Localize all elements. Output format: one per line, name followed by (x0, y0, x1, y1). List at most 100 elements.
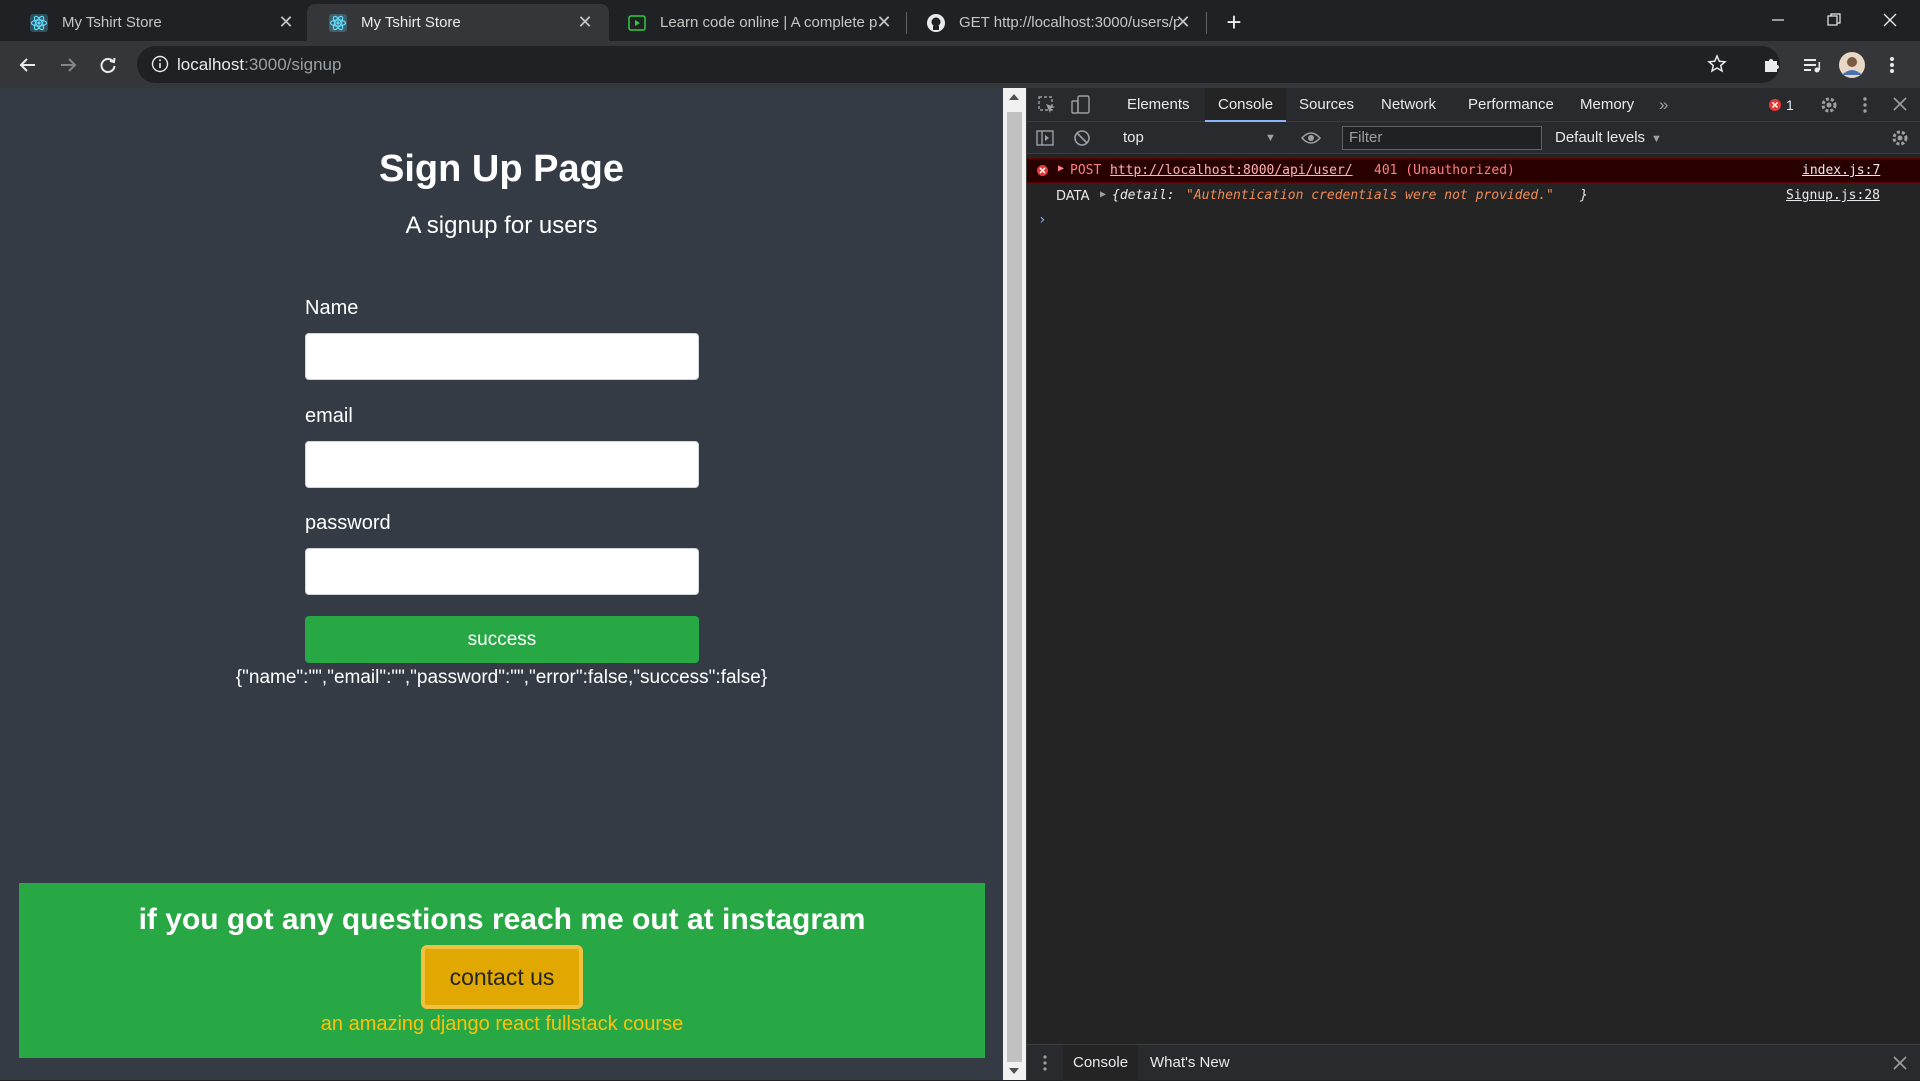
close-tab-icon[interactable]: ✕ (1173, 12, 1193, 32)
console-filter-bar: top ▼ Filter Default levels ▼ (1027, 122, 1920, 154)
password-label: password (305, 512, 391, 534)
footer-banner: if you got any questions reach me out at… (19, 883, 985, 1058)
close-tab-icon[interactable]: ✕ (575, 12, 595, 32)
tab-elements[interactable]: Elements (1114, 88, 1203, 122)
prompt-chevron-icon: › (1038, 212, 1047, 228)
error-badge-icon (1768, 98, 1782, 117)
profile-avatar[interactable] (1836, 49, 1868, 81)
browser-toolbar: localhost:3000/signup (0, 41, 1920, 88)
clear-console-icon[interactable] (1073, 129, 1091, 152)
tab-title: GET http://localhost:3000/users/p (959, 14, 1179, 31)
log-label: DATA (1056, 189, 1090, 204)
close-devtools-icon[interactable] (1893, 97, 1907, 116)
devtools-drawer: Console What's New (1027, 1044, 1920, 1081)
devtools-menu-kebab-icon[interactable] (1862, 96, 1868, 119)
source-link[interactable]: Signup.js:28 (1786, 188, 1880, 203)
error-count[interactable]: 1 (1786, 88, 1794, 122)
page-subtitle: A signup for users (405, 212, 598, 239)
request-method: POST (1070, 163, 1102, 178)
footer-subtext: an amazing django react fullstack course (320, 1013, 684, 1035)
scroll-down-arrow-icon[interactable] (1009, 1068, 1019, 1074)
console-settings-gear-icon[interactable] (1891, 129, 1909, 152)
expand-triangle-icon[interactable]: ▶ (1100, 189, 1106, 200)
dropdown-arrow-icon: ▼ (1651, 133, 1662, 145)
error-icon (1036, 164, 1049, 181)
submit-button[interactable]: success (305, 616, 699, 663)
github-icon (925, 12, 947, 34)
more-tabs-chevron-icon[interactable]: » (1659, 88, 1668, 122)
close-tab-icon[interactable]: ✕ (276, 12, 296, 32)
name-input[interactable] (305, 333, 699, 380)
password-input[interactable] (305, 548, 699, 595)
tab-title: My Tshirt Store (361, 14, 461, 31)
context-value: top (1123, 129, 1144, 146)
reload-icon[interactable] (92, 49, 124, 81)
console-error-row[interactable]: ▶ POST http://localhost:8000/api/user/ 4… (1027, 158, 1920, 183)
menu-kebab-icon[interactable] (1876, 49, 1908, 81)
react-icon (327, 12, 349, 34)
console-prompt[interactable]: › (1027, 210, 1920, 232)
back-arrow-icon[interactable] (12, 49, 44, 81)
address-bar[interactable]: localhost:3000/signup (137, 46, 1780, 83)
url-path: :3000/signup (244, 54, 342, 74)
live-expression-eye-icon[interactable] (1300, 130, 1322, 151)
browser-tab-1[interactable]: My Tshirt Store ✕ (8, 4, 310, 41)
contact-us-button[interactable]: contact us (421, 945, 583, 1009)
browser-tab-3[interactable]: Learn code online | A complete p ✕ (606, 4, 908, 41)
drawer-tab-whats-new[interactable]: What's New (1140, 1045, 1240, 1081)
tab-separator (1206, 12, 1207, 34)
tab-strip: My Tshirt Store ✕ My Tshirt Store ✕ Lear… (0, 0, 1920, 41)
log-levels-dropdown[interactable]: Default levels ▼ (1555, 126, 1662, 150)
extensions-puzzle-icon[interactable] (1756, 49, 1788, 81)
devtools-panel: Elements Console Sources Network Perform… (1026, 88, 1920, 1081)
close-tab-icon[interactable]: ✕ (874, 12, 894, 32)
tab-performance[interactable]: Performance (1455, 88, 1567, 122)
react-icon (28, 12, 50, 34)
close-drawer-icon[interactable] (1893, 1056, 1907, 1075)
tab-title: My Tshirt Store (62, 14, 162, 31)
settings-gear-icon[interactable] (1820, 96, 1838, 119)
forward-arrow-icon[interactable] (52, 49, 84, 81)
inspect-element-icon[interactable] (1038, 96, 1056, 119)
browser-tab-2[interactable]: My Tshirt Store ✕ (307, 4, 609, 41)
minimize-icon[interactable] (1750, 0, 1806, 40)
response-status: 401 (Unauthorized) (1374, 163, 1515, 178)
devtools-tab-bar: Elements Console Sources Network Perform… (1027, 88, 1920, 122)
context-selector[interactable]: top ▼ (1117, 126, 1277, 150)
tab-memory[interactable]: Memory (1567, 88, 1647, 122)
drawer-menu-kebab-icon[interactable] (1043, 1055, 1047, 1076)
media-queue-icon[interactable] (1796, 49, 1828, 81)
request-url-link[interactable]: http://localhost:8000/api/user/ (1110, 163, 1353, 178)
close-window-icon[interactable] (1862, 0, 1918, 40)
tab-console[interactable]: Console (1205, 88, 1287, 122)
page-title: Sign Up Page (379, 148, 624, 190)
log-object-value: "Authentication credentials were not pro… (1186, 188, 1554, 203)
bookmark-star-icon[interactable] (1707, 54, 1727, 79)
new-tab-button[interactable]: + (1218, 6, 1250, 38)
expand-triangle-icon[interactable]: ▶ (1058, 163, 1064, 174)
device-toolbar-icon[interactable] (1071, 95, 1091, 120)
dropdown-arrow-icon: ▼ (1265, 132, 1276, 144)
page-scrollbar[interactable] (1003, 88, 1026, 1080)
tab-network[interactable]: Network (1368, 88, 1449, 122)
sidebar-toggle-icon[interactable] (1036, 129, 1054, 152)
console-log-row[interactable]: DATA ▶ {detail: "Authentication credenti… (1027, 184, 1920, 209)
web-page: Sign Up Page A signup for users Name ema… (0, 88, 1003, 1080)
scroll-up-arrow-icon[interactable] (1009, 94, 1019, 100)
scrollbar-thumb[interactable] (1007, 112, 1022, 1062)
email-label: email (305, 405, 353, 427)
tab-title: Learn code online | A complete p (660, 14, 878, 31)
console-filter-input[interactable]: Filter (1342, 126, 1542, 150)
footer-heading: if you got any questions reach me out at… (138, 903, 866, 936)
browser-tab-4[interactable]: GET http://localhost:3000/users/p ✕ (905, 4, 1207, 41)
email-input[interactable] (305, 441, 699, 488)
play-icon (626, 12, 648, 34)
tab-sources[interactable]: Sources (1286, 88, 1367, 122)
log-levels-label: Default levels (1555, 129, 1646, 146)
log-object-close: } (1580, 188, 1588, 203)
info-icon[interactable] (151, 55, 169, 78)
drawer-tab-console[interactable]: Console (1063, 1045, 1139, 1081)
url-host: localhost (177, 54, 245, 74)
restore-icon[interactable] (1806, 0, 1862, 40)
source-link[interactable]: index.js:7 (1802, 163, 1880, 178)
